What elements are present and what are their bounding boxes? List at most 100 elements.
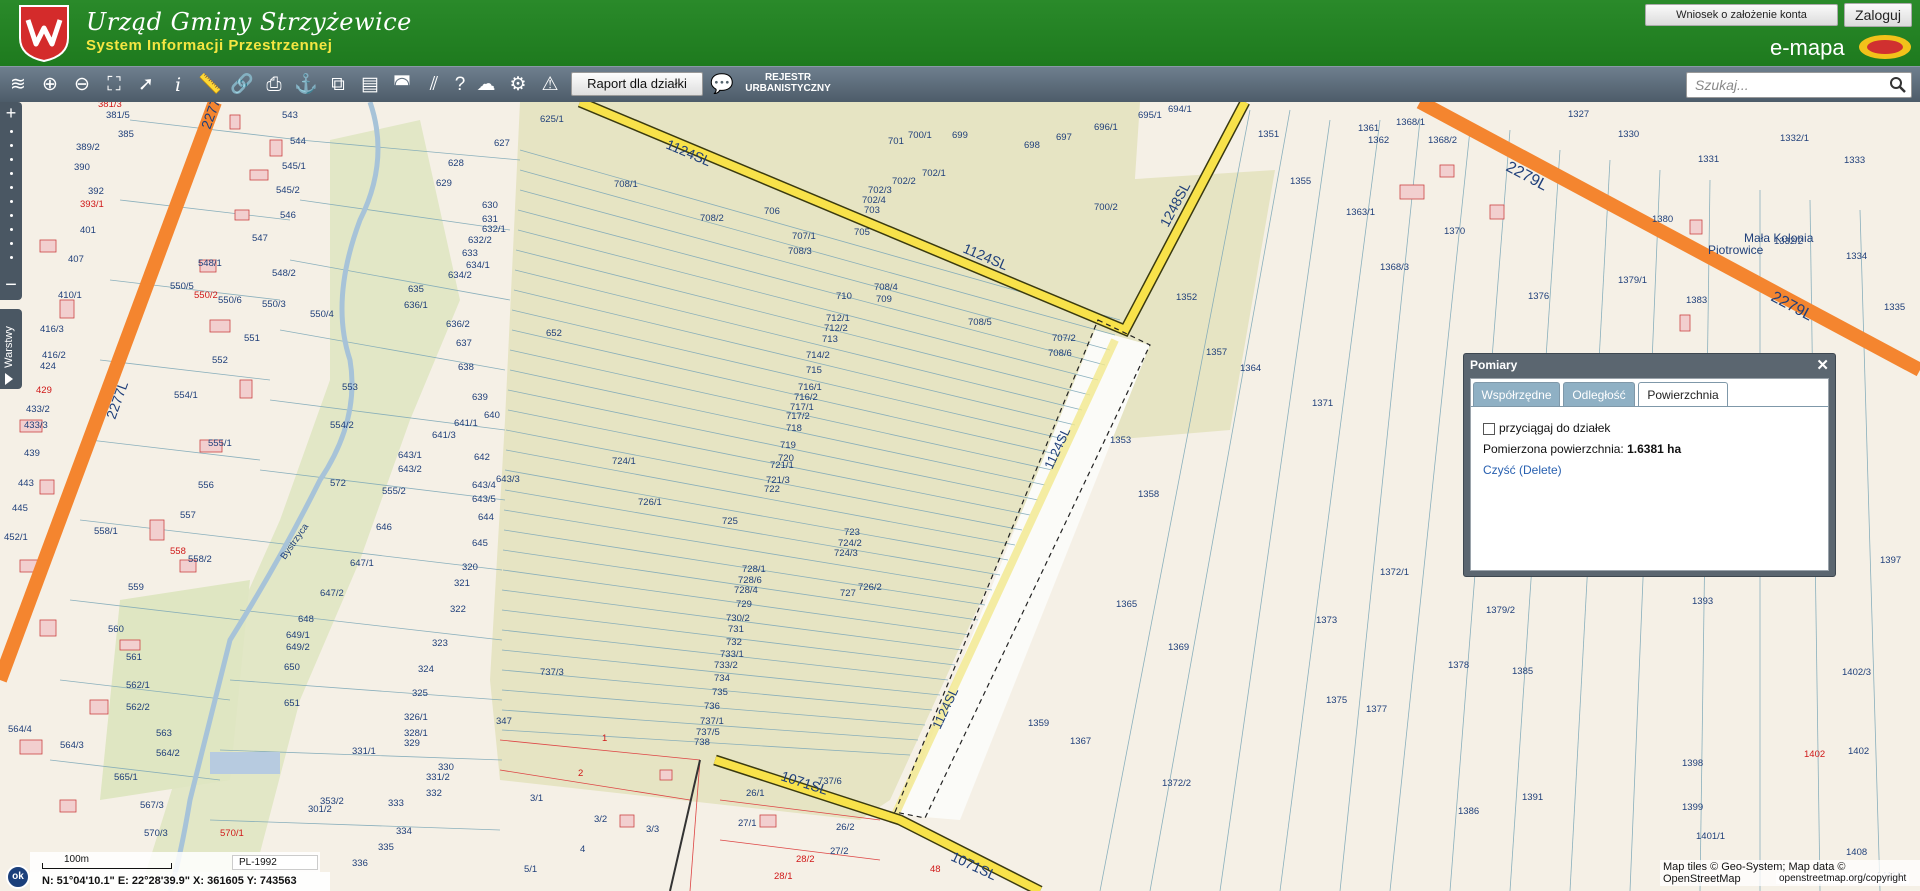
svg-text:2: 2 xyxy=(578,768,583,779)
svg-text:333: 333 xyxy=(388,798,404,809)
svg-text:652: 652 xyxy=(546,328,562,339)
svg-text:562/2: 562/2 xyxy=(126,702,150,713)
svg-text:556: 556 xyxy=(198,480,214,491)
svg-text:710: 710 xyxy=(836,291,852,302)
zoom-level-dot[interactable] xyxy=(10,144,13,147)
comment-icon[interactable]: 💬 xyxy=(710,73,734,97)
settings-icon[interactable]: ⚙ xyxy=(506,73,530,97)
layers-icon[interactable]: ≋ xyxy=(6,73,30,97)
svg-text:544: 544 xyxy=(290,136,306,147)
svg-text:1402: 1402 xyxy=(1804,749,1825,760)
svg-text:630: 630 xyxy=(482,200,498,211)
zoom-level-dot[interactable] xyxy=(10,172,13,175)
zoom-level-dot[interactable] xyxy=(10,186,13,189)
snap-to-parcels-checkbox[interactable] xyxy=(1483,423,1495,435)
svg-text:627: 627 xyxy=(494,138,510,149)
urban-register-button[interactable]: REJESTR URBANISTYCZNY xyxy=(745,72,831,94)
svg-text:721/1: 721/1 xyxy=(770,460,794,471)
tab-area[interactable]: Powierzchnia xyxy=(1638,382,1728,407)
svg-text:1369: 1369 xyxy=(1168,642,1189,653)
svg-text:322: 322 xyxy=(450,604,466,615)
svg-text:708/4: 708/4 xyxy=(874,282,898,293)
zoom-level-dot[interactable] xyxy=(10,158,13,161)
svg-text:700/1: 700/1 xyxy=(908,130,932,141)
svg-text:561: 561 xyxy=(126,652,142,663)
search-input[interactable] xyxy=(1686,72,1912,98)
zoom-extent-icon[interactable]: ⛶ xyxy=(102,73,126,97)
svg-text:738: 738 xyxy=(694,737,710,748)
svg-text:1334: 1334 xyxy=(1846,251,1867,262)
clear-measurement-link[interactable]: Czyść (Delete) xyxy=(1483,463,1562,477)
svg-text:718: 718 xyxy=(786,423,802,434)
svg-text:1335: 1335 xyxy=(1884,302,1905,313)
svg-text:332: 332 xyxy=(426,788,442,799)
account-request-button[interactable]: Wniosek o założenie konta xyxy=(1645,4,1838,26)
parcel-icon[interactable]: ⧉ xyxy=(326,73,350,97)
svg-text:554/1: 554/1 xyxy=(174,390,198,401)
svg-text:543: 543 xyxy=(282,110,298,121)
login-button[interactable]: Zaloguj xyxy=(1844,3,1912,27)
window-layout-icon[interactable]: ▤ xyxy=(358,73,382,97)
measured-area-label: Pomierzona powierzchnia: xyxy=(1483,442,1624,456)
layers-panel-tab[interactable]: Warstwy xyxy=(0,309,22,389)
ok-button[interactable]: ok xyxy=(6,865,30,889)
svg-text:407: 407 xyxy=(68,254,84,265)
svg-text:1372/2: 1372/2 xyxy=(1162,778,1191,789)
svg-text:1351: 1351 xyxy=(1258,129,1279,140)
zoom-minus-icon[interactable]: − xyxy=(2,275,20,296)
svg-text:705: 705 xyxy=(854,227,870,238)
svg-text:416/2: 416/2 xyxy=(42,350,66,361)
svg-text:737/3: 737/3 xyxy=(540,667,564,678)
zoom-level-dot[interactable] xyxy=(10,256,13,259)
svg-text:410/1: 410/1 xyxy=(58,290,82,301)
osm-copyright-link[interactable]: openstreetmap.org/copyright xyxy=(1776,873,1910,884)
tab-coordinates[interactable]: Współrzędne xyxy=(1473,382,1560,407)
zoom-plus-icon[interactable]: + xyxy=(2,104,20,122)
svg-text:1327: 1327 xyxy=(1568,109,1589,120)
zoom-level-dot[interactable] xyxy=(10,200,13,203)
measure-ruler-icon[interactable]: 📏 xyxy=(198,73,222,97)
svg-text:646: 646 xyxy=(376,522,392,533)
measurement-dialog: Pomiary ✕ Współrzędne Odległość Powierzc… xyxy=(1463,353,1836,577)
svg-text:1352: 1352 xyxy=(1176,292,1197,303)
svg-text:563: 563 xyxy=(156,728,172,739)
svg-text:1379/2: 1379/2 xyxy=(1486,605,1515,616)
crs-select[interactable]: PL-1992 xyxy=(232,855,318,870)
svg-text:1398: 1398 xyxy=(1682,758,1703,769)
zoom-level-dot[interactable] xyxy=(10,242,13,245)
warning-icon[interactable]: ⚠ xyxy=(538,73,562,97)
svg-text:433/3: 433/3 xyxy=(24,420,48,431)
svg-text:550/6: 550/6 xyxy=(218,295,242,306)
zoom-level-dot[interactable] xyxy=(10,130,13,133)
parcel-report-button[interactable]: Raport dla działki xyxy=(571,72,703,96)
link-icon[interactable]: 🔗 xyxy=(230,73,254,97)
info-icon[interactable]: i xyxy=(166,73,190,97)
svg-text:1365: 1365 xyxy=(1116,599,1137,610)
zoom-in-icon[interactable]: ⊕ xyxy=(38,73,62,97)
svg-text:28/2: 28/2 xyxy=(796,854,815,865)
zoom-level-dot[interactable] xyxy=(10,214,13,217)
svg-text:416/3: 416/3 xyxy=(40,324,64,335)
select-arrow-icon[interactable]: ➚ xyxy=(134,73,158,97)
svg-text:1393: 1393 xyxy=(1692,596,1713,607)
zoom-slider[interactable]: + − xyxy=(0,102,22,300)
search-icon[interactable] xyxy=(1889,76,1907,94)
system-subtitle: System Informacji Przestrzennej xyxy=(86,37,333,54)
svg-text:702/2: 702/2 xyxy=(892,176,916,187)
anchor-icon[interactable]: ⚓ xyxy=(294,73,318,97)
speech-bubble-icon[interactable]: ◚ xyxy=(390,73,414,97)
svg-text:401: 401 xyxy=(80,225,96,236)
svg-text:719: 719 xyxy=(780,440,796,451)
zoom-out-icon[interactable]: ⊖ xyxy=(70,73,94,97)
zoom-level-dot[interactable] xyxy=(10,228,13,231)
svg-text:729: 729 xyxy=(736,599,752,610)
hatch-icon[interactable]: ⫽ xyxy=(422,73,446,97)
print-icon[interactable]: ⎙ xyxy=(262,73,286,97)
dialog-title: Pomiary xyxy=(1470,358,1518,372)
cloud-icon[interactable]: ☁ xyxy=(474,73,498,97)
close-icon[interactable]: ✕ xyxy=(1816,356,1829,374)
tab-distance[interactable]: Odległość xyxy=(1563,382,1635,407)
svg-text:737/6: 737/6 xyxy=(818,776,842,787)
svg-text:564/3: 564/3 xyxy=(60,740,84,751)
help-icon[interactable]: ? xyxy=(448,73,472,97)
